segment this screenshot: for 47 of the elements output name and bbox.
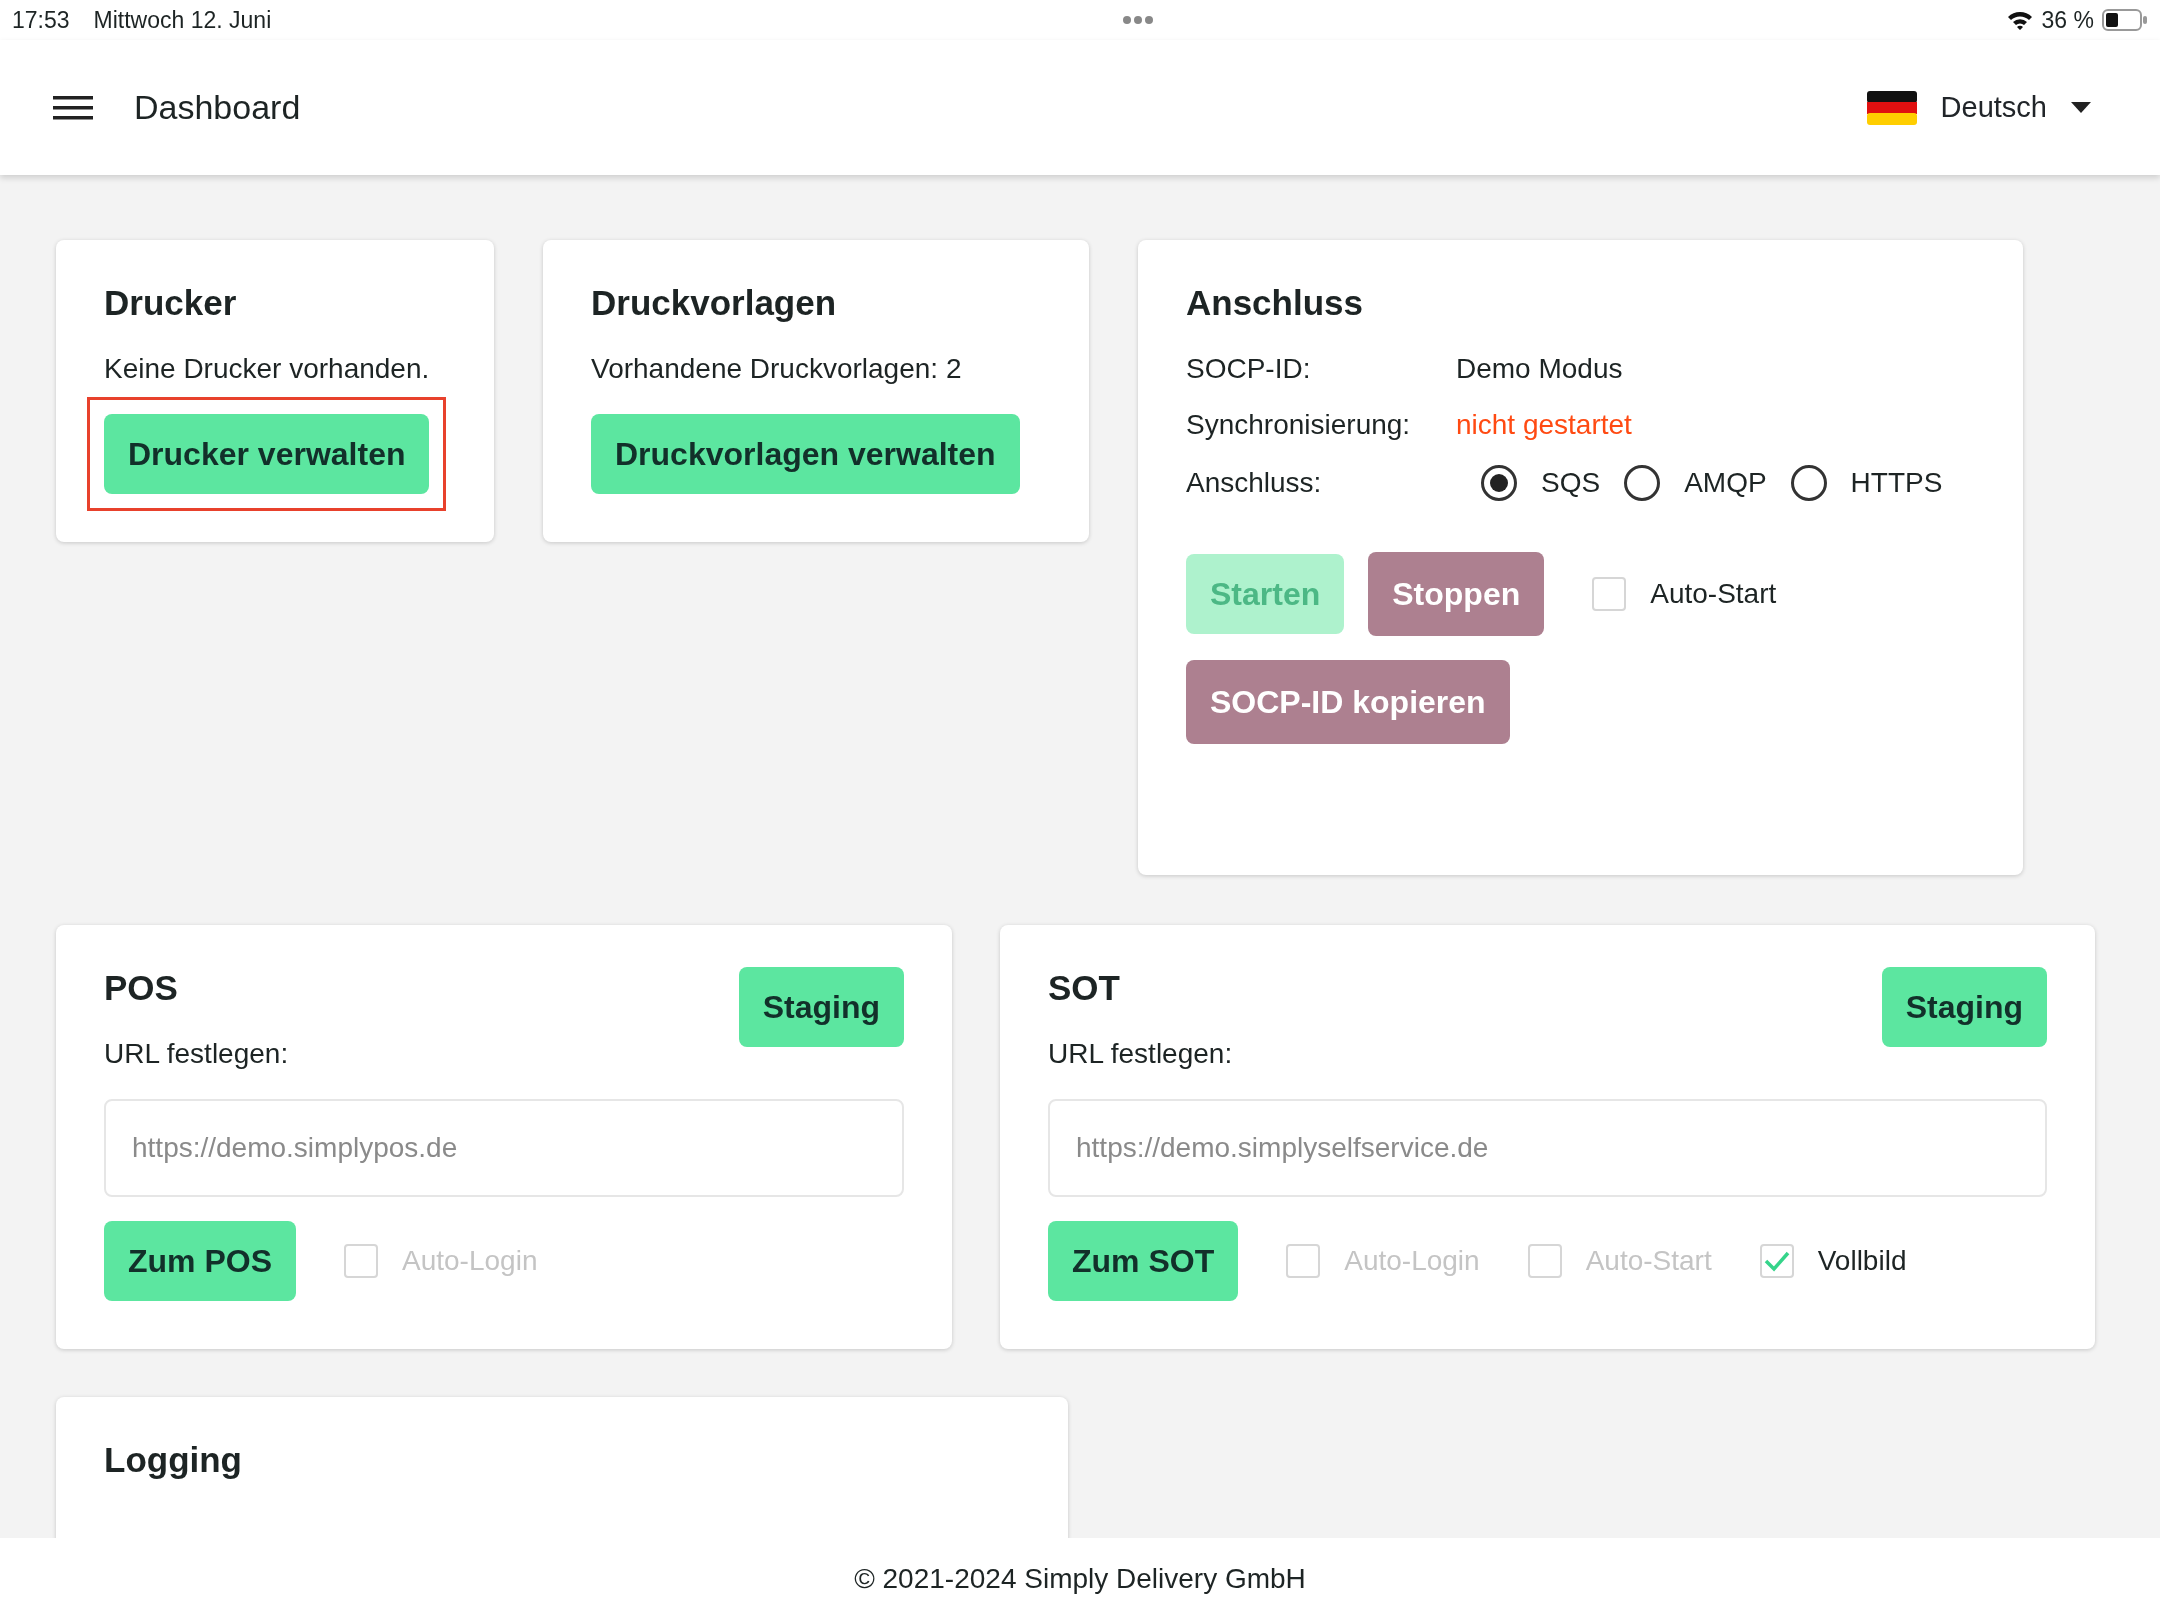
field-value: nicht gestartet (1456, 408, 1632, 442)
field-label: Synchronisierung: (1186, 408, 1412, 442)
card-title: SOT (1048, 967, 1121, 1009)
open-button[interactable]: Zum POS (104, 1221, 296, 1301)
checkbox-label: Auto-Login (402, 1244, 538, 1278)
flag-icon (1866, 90, 1917, 125)
language-dropdown[interactable]: Deutsch (1853, 78, 2104, 137)
copyright-text: © 2021-2024 Simply Delivery GmbH (854, 1562, 1306, 1596)
card-title: Anschluss (1186, 282, 1364, 324)
field-label: URL festlegen: (104, 1037, 289, 1071)
environment-button[interactable]: Staging (738, 967, 904, 1047)
battery-icon (2102, 9, 2148, 31)
field-label: URL festlegen: (1048, 1037, 1233, 1071)
field-value: Demo Modus (1456, 352, 1623, 386)
card-title: Drucker (104, 282, 238, 324)
checkbox-label: Auto-Login (1344, 1244, 1480, 1278)
caret-icon (2071, 101, 2091, 114)
radio-label: AMQP (1684, 466, 1767, 500)
radio-label: SQS (1541, 466, 1601, 500)
page-title: Dashboard (134, 87, 301, 128)
radio-label: HTTPS (1850, 466, 1943, 500)
url-input[interactable]: https://demo.simplyselfservice.de (1048, 1099, 2047, 1197)
checkbox-label: Auto-Start (1585, 1244, 1712, 1278)
card-title: Logging (104, 1439, 243, 1481)
manage-button[interactable]: Drucker verwalten (104, 414, 430, 494)
url-input[interactable]: https://demo.simplypos.de (104, 1099, 904, 1197)
menu-icon (53, 93, 93, 122)
radio-button[interactable] (1481, 465, 1517, 501)
checkbox[interactable] (1759, 1244, 1794, 1278)
checkbox-label: Auto-Start (1650, 577, 1777, 611)
manage-button[interactable]: Druckvorlagen verwalten (591, 414, 1020, 494)
more-dots-icon (1122, 15, 1155, 25)
radio-button[interactable] (1790, 465, 1827, 501)
battery-level: 36 % (2041, 5, 2094, 35)
open-button[interactable]: Zum SOT (1048, 1221, 1239, 1301)
card-text: Keine Drucker vorhanden. (104, 352, 431, 386)
field-label: SOCP-ID: (1186, 352, 1312, 386)
environment-button[interactable]: Staging (1881, 967, 2047, 1047)
status-time: 17:53 (12, 5, 70, 35)
radio-button[interactable] (1624, 465, 1661, 501)
card-title: Druckvorlagen (591, 282, 838, 324)
status-date: Mittwoch 12. Juni (93, 5, 272, 35)
card-title: POS (104, 967, 179, 1009)
checkbox[interactable] (1592, 577, 1627, 611)
card-text: Vorhandene Druckvorlagen: 2 (591, 352, 963, 386)
field-label: Anschluss: (1186, 466, 1323, 500)
checkbox-label: Vollbild (1817, 1244, 1907, 1278)
